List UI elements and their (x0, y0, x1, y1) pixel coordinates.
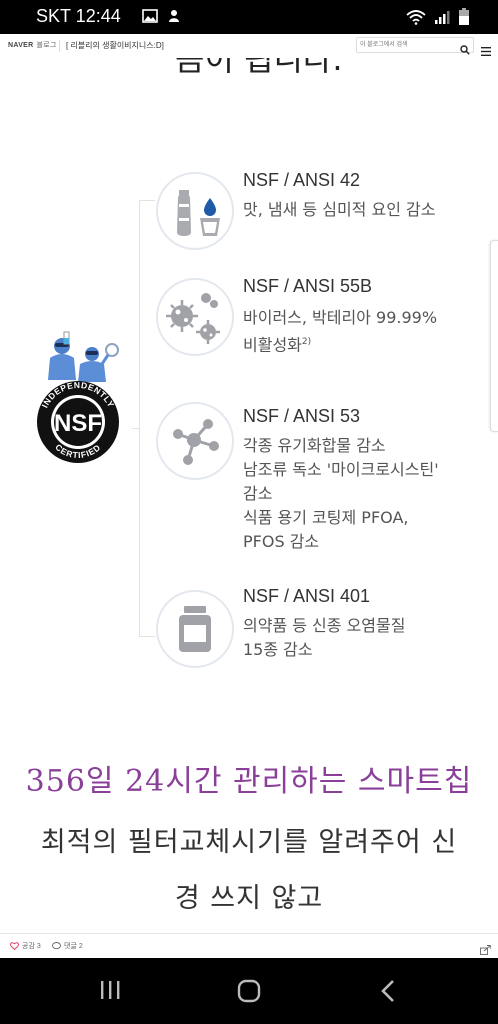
like-count: 공감 3 (22, 943, 41, 950)
water-bottle-icon (156, 172, 234, 250)
status-bar: SKT 12:44 (0, 0, 498, 34)
handwritten-highlight: 356일 24시간 관리하는 스마트칩 (25, 764, 473, 799)
heart-icon (10, 942, 19, 950)
item-title: NSF / ANSI 55B (243, 276, 373, 296)
item-title: NSF / ANSI 401 (243, 586, 371, 606)
medicine-jar-icon (156, 590, 234, 668)
naver-blog-logo[interactable]: NAVER 블로그 (8, 40, 57, 50)
back-button[interactable] (378, 978, 398, 1008)
connector-branch (139, 636, 155, 637)
item-description: 바이러스, 박테리아 99.99% 비활성화2) (243, 308, 438, 355)
comment-button[interactable]: 댓글 2 (52, 941, 83, 951)
comment-count: 댓글 2 (64, 943, 83, 950)
share-icon[interactable] (480, 940, 491, 959)
comment-icon (52, 942, 61, 950)
blog-search-input[interactable] (360, 39, 456, 51)
header-divider (59, 40, 60, 52)
like-button[interactable]: 공감 3 (10, 941, 41, 951)
post-content: 듬이 됩니다. INDEPENDENTLY CERTIFIED NSF NSF … (0, 58, 498, 933)
cut-off-heading: 듬이 됩니다. (175, 58, 343, 78)
blog-title[interactable]: [ 리블리의 생활이비지니스:D] (66, 40, 164, 51)
recent-apps-button[interactable] (98, 978, 122, 1006)
app-notification-icon (166, 8, 182, 24)
handwritten-text: 경 쓰지 않고 (174, 883, 324, 914)
item-title: NSF / ANSI 42 (243, 170, 361, 190)
post-action-bar: 공감 3 댓글 2 (0, 933, 498, 958)
carrier-time: SKT 12:44 (36, 6, 121, 26)
connector-branch (132, 428, 140, 429)
bacteria-icon (156, 278, 234, 356)
battery-icon (458, 8, 470, 30)
status-icons (406, 8, 470, 30)
connector-branch (139, 200, 155, 201)
blog-search-box[interactable] (356, 37, 474, 55)
search-icon[interactable] (460, 40, 470, 59)
nsf-people-icon (48, 331, 119, 382)
item-description: 각종 유기화합물 감소 남조류 독소 '마이크로시스틴' 감소 식품 용기 코팅… (243, 436, 439, 551)
nsf-certified-logo: INDEPENDENTLY CERTIFIED NSF (32, 326, 132, 466)
molecule-icon (156, 402, 234, 480)
signal-icon (434, 9, 450, 29)
wifi-icon (406, 9, 426, 29)
item-description: 의약품 등 신종 오염물질 15종 감소 (243, 616, 406, 659)
blog-header: NAVER 블로그 [ 리블리의 생활이비지니스:D] (0, 34, 498, 59)
gallery-notification-icon (142, 8, 158, 24)
home-button[interactable] (236, 978, 262, 1008)
nsf-logo-text: NSF (54, 410, 102, 437)
connector-line (139, 200, 140, 636)
item-title: NSF / ANSI 53 (243, 406, 361, 426)
android-nav-bar (0, 958, 498, 1024)
handwritten-text: 최적의 필터교체시기를 알려주어 신 (40, 827, 458, 858)
scroll-handle[interactable] (490, 240, 498, 432)
item-description: 맛, 냄새 등 심미적 요인 감소 (243, 200, 436, 219)
